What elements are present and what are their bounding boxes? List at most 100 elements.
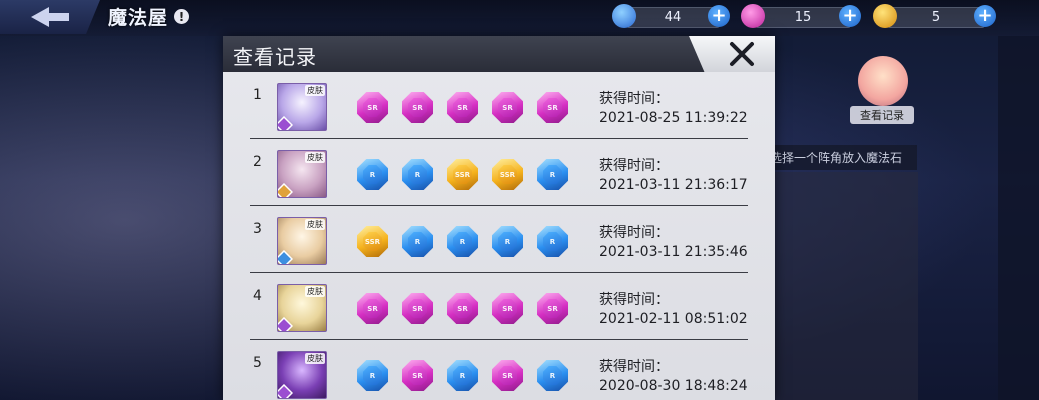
magic-stone-rarity: SR	[453, 98, 472, 117]
record-index: 5	[253, 355, 262, 371]
blue-magic-stone-icon: R	[537, 226, 568, 257]
obtain-time-label: 获得时间：	[599, 359, 669, 375]
blue-magic-stone-icon: R	[402, 226, 433, 257]
resource-pink-crystal: 15 +	[741, 4, 863, 28]
purple-magic-stone-icon: SR	[492, 360, 523, 391]
record-row: 5 皮肤 R SR R SR R 获得时间： 2020-08-30 18:48:24	[250, 340, 748, 400]
magic-stone-rarity: R	[363, 165, 382, 184]
magic-stone-rarity: SR	[363, 299, 382, 318]
help-icon[interactable]: !	[174, 9, 190, 24]
purple-magic-stone-icon: SR	[357, 92, 388, 123]
record-row: 2 皮肤 R R SSR SSR R 获得时间： 2021-03-11 21:36:17	[250, 139, 748, 206]
magic-stone-rarity: SR	[408, 366, 427, 385]
skin-tag: 皮肤	[305, 286, 325, 297]
skin-tag: 皮肤	[305, 152, 325, 163]
blue-magic-stone-icon: R	[537, 360, 568, 391]
purple-magic-stone-icon: SR	[537, 293, 568, 324]
obtain-time-value: 2021-03-11 21:36:17	[599, 177, 748, 193]
record-row: 4 皮肤 SR SR SR SR SR 获得时间： 2021-02-11 08:51:02	[250, 273, 748, 340]
magic-stone-rarity: SR	[363, 98, 382, 117]
obtain-time-label: 获得时间：	[599, 158, 669, 174]
record-index: 1	[253, 87, 262, 103]
right-edge-panel	[998, 36, 1039, 400]
magic-stone-rarity: SR	[453, 299, 472, 318]
rarity-badge-icon	[278, 183, 293, 197]
resource-value: 5	[887, 7, 985, 28]
purple-magic-stone-icon: SR	[402, 360, 433, 391]
add-gold-coin-button[interactable]: +	[974, 5, 996, 27]
gold-magic-stone-icon: SSR	[447, 159, 478, 190]
blue-magic-stone-icon: R	[402, 159, 433, 190]
close-button[interactable]	[689, 36, 775, 72]
magic-stone-rarity: R	[408, 232, 427, 251]
obtain-time-label: 获得时间：	[599, 225, 669, 241]
top-bar: 魔法屋 ! 44 + 15 + 5 +	[0, 0, 1039, 36]
close-icon	[730, 42, 754, 66]
blue-magic-stone-icon: R	[357, 360, 388, 391]
skin-tag: 皮肤	[305, 219, 325, 230]
resource-blue-crystal: 44 +	[612, 4, 732, 28]
blue-magic-stone-icon: R	[492, 226, 523, 257]
blue-magic-stone-icon: R	[537, 159, 568, 190]
character-portrait[interactable]: 皮肤	[277, 83, 327, 131]
purple-magic-stone-icon: SR	[492, 92, 523, 123]
character-portrait[interactable]: 皮肤	[277, 150, 327, 198]
pink-crystal-icon	[741, 4, 765, 28]
purple-magic-stone-icon: SR	[402, 293, 433, 324]
skin-tag: 皮肤	[305, 353, 325, 364]
blue-magic-stone-icon: R	[357, 159, 388, 190]
rarity-badge-icon	[278, 384, 293, 398]
record-dialog: 查看记录 1 皮肤 SR SR SR SR SR 获得时间： 2021-08-25 11:39:…	[223, 36, 775, 400]
gold-coin-icon	[873, 4, 897, 28]
add-pink-crystal-button[interactable]: +	[839, 5, 861, 27]
character-portrait[interactable]: 皮肤	[277, 351, 327, 399]
purple-magic-stone-icon: SR	[447, 92, 478, 123]
magic-stone-rarity: SSR	[453, 165, 472, 184]
purple-magic-stone-icon: SR	[402, 92, 433, 123]
magic-stone-rarity: R	[453, 366, 472, 385]
obtain-time-value: 2021-03-11 21:35:46	[599, 244, 748, 260]
purple-magic-stone-icon: SR	[357, 293, 388, 324]
blue-magic-stone-icon: R	[447, 360, 478, 391]
record-index: 4	[253, 288, 262, 304]
obtain-time-value: 2020-08-30 18:48:24	[599, 378, 748, 394]
add-blue-crystal-button[interactable]: +	[708, 5, 730, 27]
obtain-time-value: 2021-08-25 11:39:22	[599, 110, 748, 126]
record-index: 2	[253, 154, 262, 170]
back-button[interactable]	[0, 0, 100, 34]
dialog-header: 查看记录	[223, 36, 775, 72]
record-row: 1 皮肤 SR SR SR SR SR 获得时间： 2021-08-25 11:39:22	[250, 72, 748, 139]
obtain-time-value: 2021-02-11 08:51:02	[599, 311, 748, 327]
dialog-title: 查看记录	[233, 45, 317, 69]
resource-value: 15	[755, 7, 851, 28]
title-group: 魔法屋 !	[108, 3, 190, 30]
rarity-badge-icon	[278, 317, 293, 331]
character-portrait[interactable]: 皮肤	[277, 217, 327, 265]
purple-magic-stone-icon: SR	[492, 293, 523, 324]
view-record-label: 查看记录	[850, 106, 914, 124]
rarity-badge-icon	[278, 116, 293, 130]
view-record-button[interactable]: 查看记录	[848, 56, 918, 128]
magic-stone-rarity: SR	[408, 299, 427, 318]
character-portrait[interactable]: 皮肤	[277, 284, 327, 332]
record-index: 3	[253, 221, 262, 237]
magic-stone-rarity: R	[363, 366, 382, 385]
magic-stone-rarity: SSR	[363, 232, 382, 251]
blue-crystal-icon	[612, 4, 636, 28]
rarity-badge-icon	[278, 250, 293, 264]
obtain-time-label: 获得时间：	[599, 292, 669, 308]
hint-text: 请选择一个阵角放入魔法石	[752, 145, 917, 170]
obtain-time-label: 获得时间：	[599, 91, 669, 107]
magic-stone-rarity: R	[453, 232, 472, 251]
gold-magic-stone-icon: SSR	[492, 159, 523, 190]
selection-panel	[752, 172, 918, 400]
resource-value: 44	[626, 7, 720, 28]
page-title: 魔法屋	[108, 7, 169, 29]
magic-stone-rarity: R	[408, 165, 427, 184]
skin-tag: 皮肤	[305, 85, 325, 96]
record-avatar-icon	[858, 56, 908, 106]
gold-magic-stone-icon: SSR	[357, 226, 388, 257]
record-row: 3 皮肤 SSR R R R R 获得时间： 2021-03-11 21:35:46	[250, 206, 748, 273]
blue-magic-stone-icon: R	[447, 226, 478, 257]
record-list[interactable]: 1 皮肤 SR SR SR SR SR 获得时间： 2021-08-25 11:39:22 2 皮肤…	[223, 72, 775, 400]
